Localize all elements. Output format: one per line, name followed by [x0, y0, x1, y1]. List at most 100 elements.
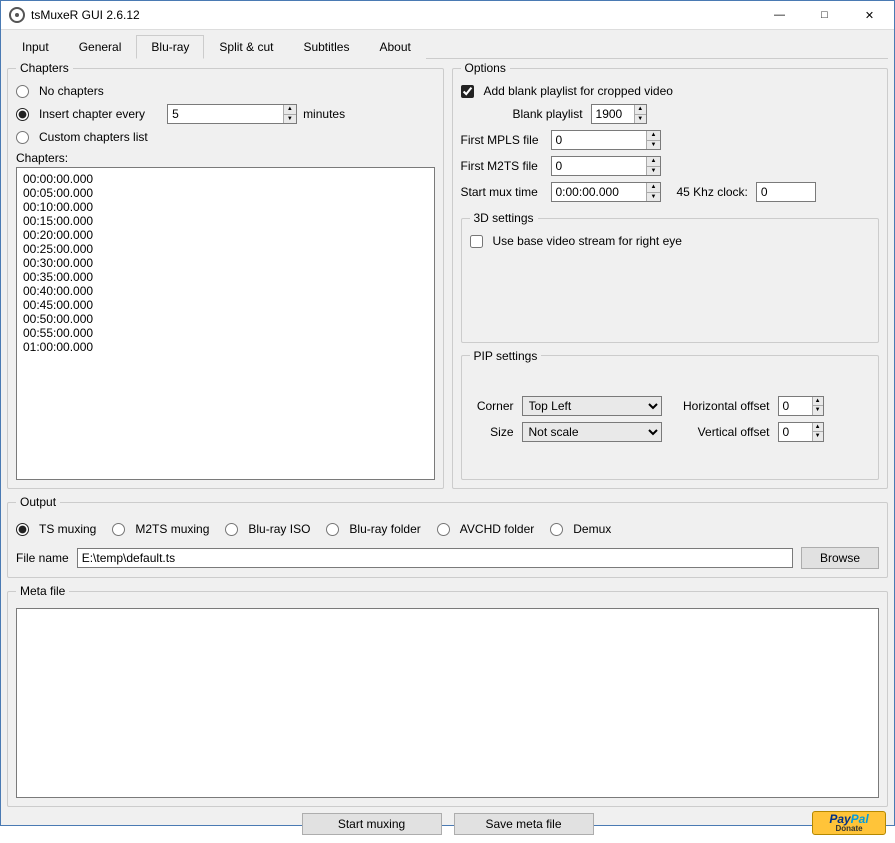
meta-textarea[interactable]	[16, 608, 879, 798]
output-ts-label: TS muxing	[39, 522, 96, 536]
tab-body: Chapters No chapters Insert chapter ever…	[7, 61, 888, 837]
start-mux-input[interactable]	[552, 183, 647, 201]
output-iso-radio[interactable]	[225, 523, 238, 536]
insert-chapter-label: Insert chapter every	[39, 107, 145, 121]
content-area: Input General Blu-ray Split & cut Subtit…	[1, 30, 894, 843]
chapters-legend: Chapters	[16, 61, 73, 75]
first-m2ts-spinner[interactable]: ▲▼	[551, 156, 661, 176]
spin-up-icon[interactable]: ▲	[647, 183, 659, 193]
insert-interval-input[interactable]	[168, 105, 283, 123]
use-base-checkbox[interactable]	[470, 235, 483, 248]
blank-playlist-spinner[interactable]: ▲▼	[591, 104, 647, 124]
output-demux-label: Demux	[573, 522, 611, 536]
first-mpls-label: First MPLS file	[461, 133, 543, 147]
filename-label: File name	[16, 551, 69, 565]
output-folder-label: Blu-ray folder	[349, 522, 420, 536]
chapters-list[interactable]: 00:00:00.000 00:05:00.000 00:10:00.000 0…	[16, 167, 435, 480]
spin-down-icon[interactable]: ▼	[647, 141, 659, 150]
spin-up-icon[interactable]: ▲	[647, 131, 659, 141]
spin-up-icon[interactable]: ▲	[635, 105, 646, 115]
pip-voff-spinner[interactable]: ▲▼	[778, 422, 824, 442]
pip-size-label: Size	[470, 425, 514, 439]
chapters-group: Chapters No chapters Insert chapter ever…	[7, 61, 444, 489]
start-mux-spinner[interactable]: ▲▼	[551, 182, 661, 202]
spin-down-icon[interactable]: ▼	[813, 432, 823, 441]
maximize-button[interactable]: □	[802, 1, 847, 29]
blank-playlist-label: Blank playlist	[513, 107, 583, 121]
pip-corner-select[interactable]: Top Left	[522, 396, 662, 416]
window-title: tsMuxeR GUI 2.6.12	[31, 8, 757, 22]
use-base-label: Use base video stream for right eye	[493, 234, 682, 248]
bottom-bar: Start muxing Save meta file PayPal Donat…	[7, 807, 888, 837]
chapters-list-label: Chapters:	[16, 151, 435, 165]
close-button[interactable]: ✕	[847, 1, 892, 29]
pip-settings-legend: PIP settings	[470, 349, 542, 363]
meta-group: Meta file	[7, 584, 888, 807]
tab-strip: Input General Blu-ray Split & cut Subtit…	[7, 34, 888, 59]
pip-voff-input[interactable]	[779, 423, 812, 441]
spin-down-icon[interactable]: ▼	[635, 115, 646, 124]
output-iso-label: Blu-ray ISO	[248, 522, 310, 536]
paypal-donate-label: Donate	[835, 825, 862, 833]
clock45-label: 45 Khz clock:	[677, 185, 748, 199]
spin-down-icon[interactable]: ▼	[813, 406, 823, 415]
start-mux-label: Start mux time	[461, 185, 543, 199]
tab-bluray[interactable]: Blu-ray	[136, 35, 204, 59]
spin-up-icon[interactable]: ▲	[813, 397, 823, 407]
pip-settings-group: PIP settings Corner Top Left Horizontal …	[461, 349, 880, 481]
tab-about[interactable]: About	[364, 35, 425, 59]
output-ts-radio[interactable]	[16, 523, 29, 536]
spin-up-icon[interactable]: ▲	[813, 423, 823, 433]
output-avchd-radio[interactable]	[437, 523, 450, 536]
pip-hoff-spinner[interactable]: ▲▼	[778, 396, 824, 416]
blank-playlist-input[interactable]	[592, 105, 635, 123]
first-m2ts-input[interactable]	[552, 157, 647, 175]
output-legend: Output	[16, 495, 60, 509]
start-muxing-button[interactable]: Start muxing	[302, 813, 442, 835]
insert-interval-spinner[interactable]: ▲▼	[167, 104, 297, 124]
insert-chapter-radio[interactable]	[16, 108, 29, 121]
spin-down-icon[interactable]: ▼	[284, 115, 296, 124]
pip-size-select[interactable]: Not scale	[522, 422, 662, 442]
app-icon	[9, 7, 25, 23]
insert-unit-label: minutes	[303, 107, 345, 121]
first-m2ts-label: First M2TS file	[461, 159, 543, 173]
spin-up-icon[interactable]: ▲	[284, 105, 296, 115]
minimize-button[interactable]: —	[757, 1, 802, 29]
clock45-input[interactable]	[756, 182, 816, 202]
spin-down-icon[interactable]: ▼	[647, 167, 659, 176]
app-window: tsMuxeR GUI 2.6.12 — □ ✕ Input General B…	[0, 0, 895, 826]
3d-settings-legend: 3D settings	[470, 211, 538, 225]
output-m2ts-label: M2TS muxing	[135, 522, 209, 536]
paypal-donate-button[interactable]: PayPal Donate	[812, 811, 886, 835]
spin-down-icon[interactable]: ▼	[647, 193, 659, 202]
filename-input[interactable]	[77, 548, 793, 568]
no-chapters-radio[interactable]	[16, 85, 29, 98]
output-group: Output TS muxing M2TS muxing Blu-ray ISO…	[7, 495, 888, 578]
save-meta-button[interactable]: Save meta file	[454, 813, 594, 835]
titlebar: tsMuxeR GUI 2.6.12 — □ ✕	[1, 1, 894, 30]
spin-up-icon[interactable]: ▲	[647, 157, 659, 167]
first-mpls-input[interactable]	[552, 131, 647, 149]
options-group: Options Add blank playlist for cropped v…	[452, 61, 889, 489]
browse-button[interactable]: Browse	[801, 547, 879, 569]
options-legend: Options	[461, 61, 510, 75]
custom-chapters-radio[interactable]	[16, 131, 29, 144]
tab-subtitles[interactable]: Subtitles	[288, 35, 364, 59]
output-folder-radio[interactable]	[326, 523, 339, 536]
pip-hoff-input[interactable]	[779, 397, 812, 415]
meta-legend: Meta file	[16, 584, 69, 598]
window-controls: — □ ✕	[757, 1, 892, 29]
add-blank-checkbox[interactable]	[461, 85, 474, 98]
pip-voff-label: Vertical offset	[670, 425, 770, 439]
tab-general[interactable]: General	[64, 35, 137, 59]
output-m2ts-radio[interactable]	[112, 523, 125, 536]
tab-split-cut[interactable]: Split & cut	[204, 35, 288, 59]
custom-chapters-label: Custom chapters list	[39, 130, 148, 144]
first-mpls-spinner[interactable]: ▲▼	[551, 130, 661, 150]
pip-corner-label: Corner	[470, 399, 514, 413]
output-demux-radio[interactable]	[550, 523, 563, 536]
add-blank-label: Add blank playlist for cropped video	[484, 84, 673, 98]
3d-settings-group: 3D settings Use base video stream for ri…	[461, 211, 880, 343]
tab-input[interactable]: Input	[7, 35, 64, 59]
